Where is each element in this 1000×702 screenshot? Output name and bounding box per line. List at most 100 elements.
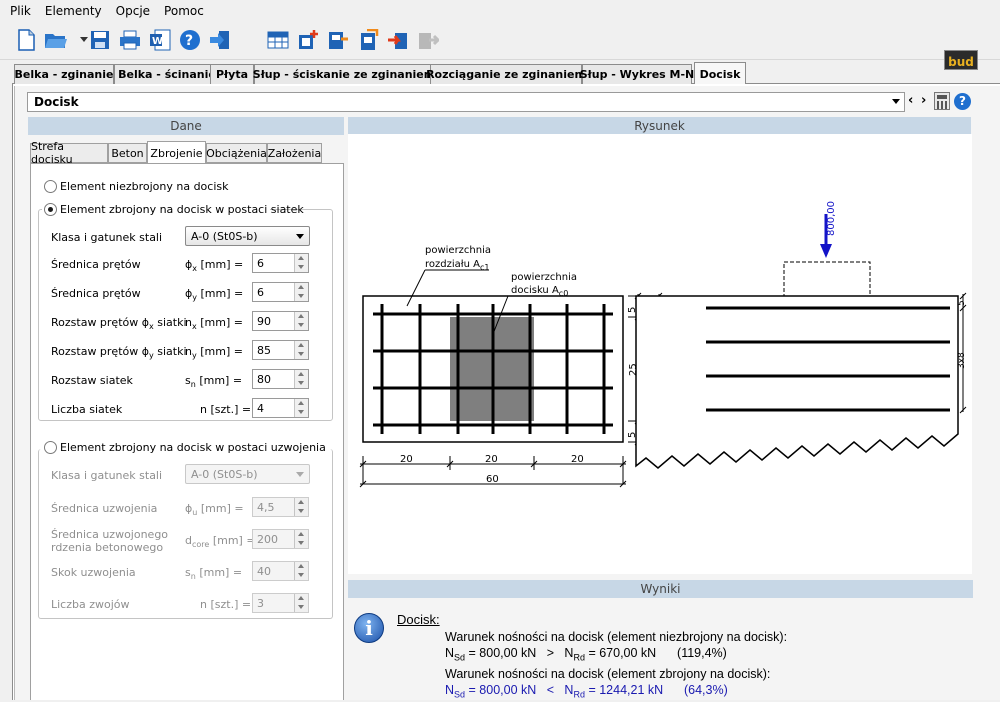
tab-docisk[interactable]: Docisk	[694, 62, 746, 85]
label-surface-1: powierzchnia	[425, 245, 491, 256]
element-selector[interactable]: Docisk	[27, 92, 905, 112]
spinner-arrows-icon[interactable]	[294, 594, 308, 612]
subtab-zalozenia[interactable]: Założenia	[267, 143, 322, 163]
results-line-2: NSd = 800,00 kN > NRd = 670,00 kN (119,4…	[397, 645, 787, 666]
spiral-row-input[interactable]: 3	[252, 593, 309, 613]
spinner-arrows-icon[interactable]	[294, 370, 308, 388]
load-plate	[784, 262, 870, 296]
spiral-row-symbol: n [szt.] =	[200, 598, 251, 613]
results-heading: Docisk:	[397, 612, 787, 628]
spiral-row-input[interactable]: 4,5	[252, 497, 309, 517]
spinner-arrows-icon[interactable]	[294, 562, 308, 580]
mesh-row-symbol: ny [mm] =	[185, 345, 243, 360]
radio-mesh-label: Element zbrojony na docisk w postaci sia…	[60, 203, 304, 216]
add-row-icon[interactable]	[296, 28, 320, 52]
mesh-row-label: Średnica prętów	[51, 258, 141, 271]
move-row-icon[interactable]	[386, 28, 410, 52]
mesh-row-label: Rozstaw siatek	[51, 374, 133, 387]
spinner-arrows-icon[interactable]	[294, 341, 308, 359]
subtab-zbrojenie[interactable]: Zbrojenie	[147, 141, 206, 164]
tab-plyta[interactable]: Płyta	[210, 64, 254, 84]
drawing-area: powierzchnia rozdziału Ac1 powierzchnia …	[348, 134, 972, 574]
spinner-arrows-icon[interactable]	[294, 530, 308, 548]
table-icon[interactable]	[266, 28, 290, 52]
tab-rozciaganie[interactable]: Rozciąganie ze zginaniem	[430, 64, 582, 84]
subtab-strefa[interactable]: Strefa docisku	[30, 143, 108, 163]
results-line-1: Warunek nośności na docisk (element niez…	[397, 629, 787, 645]
chevron-down-icon	[296, 472, 304, 477]
dim-bottom-3: 20	[571, 454, 584, 465]
spiral-row-label: Średnica uzwojenia	[51, 502, 157, 515]
menu-elementy[interactable]: Elementy	[45, 4, 102, 18]
calculator-icon[interactable]	[934, 92, 950, 110]
insert-row-icon[interactable]	[326, 28, 350, 52]
new-file-icon[interactable]	[14, 28, 38, 52]
spiral-steel-select[interactable]: A-0 (St0S-b)	[185, 464, 310, 484]
section-dane: Dane	[28, 117, 344, 135]
section-outline	[636, 296, 958, 468]
spiral-row-label: Średnica uzwojonegordzenia betonowego	[51, 528, 168, 554]
dim-bottom-1: 20	[400, 454, 413, 465]
exit-icon[interactable]	[208, 28, 232, 52]
help-icon[interactable]: ?	[178, 28, 202, 52]
chevron-down-icon	[892, 99, 900, 104]
spiral-row-label: Liczba zwojów	[51, 598, 130, 611]
mesh-row-symbol: ϕx [mm] =	[185, 258, 243, 273]
results-text: Docisk: Warunek nośności na docisk (elem…	[397, 612, 787, 702]
tab-slup-sciskanie[interactable]: Słup - ściskanie ze zginaniem	[254, 64, 434, 84]
spiral-row-input[interactable]: 40	[252, 561, 309, 581]
word-export-icon[interactable]: W	[148, 28, 172, 52]
spiral-row-symbol: dcore [mm] =	[185, 534, 256, 549]
mesh-row-symbol: sn [mm] =	[185, 374, 242, 389]
mesh-row-symbol: nx [mm] =	[185, 316, 243, 331]
save-icon[interactable]	[88, 28, 112, 52]
menu-pomoc[interactable]: Pomoc	[164, 4, 204, 18]
tab-belka-scinanie[interactable]: Belka - ścinanie	[114, 64, 220, 84]
tab-belka-zginanie[interactable]: Belka - zginanie	[14, 64, 114, 84]
delete-row-icon[interactable]	[416, 28, 440, 52]
spiral-steel-label: Klasa i gatunek stali	[51, 469, 162, 482]
subtab-beton[interactable]: Beton	[108, 143, 147, 163]
mesh-row-input[interactable]: 6	[252, 253, 309, 273]
spiral-steel-value: A-0 (St0S-b)	[191, 468, 258, 481]
section-dim-1: 5	[957, 300, 967, 306]
spinner-arrows-icon[interactable]	[294, 254, 308, 272]
menu-opcje[interactable]: Opcje	[116, 4, 150, 18]
mesh-row-input[interactable]: 85	[252, 340, 309, 360]
mesh-row-symbol: ϕy [mm] =	[185, 287, 243, 302]
spinner-arrows-icon[interactable]	[294, 399, 308, 417]
mesh-row-input[interactable]: 90	[252, 311, 309, 331]
section-wyniki: Wyniki	[348, 580, 973, 598]
mesh-row-input[interactable]: 4	[252, 398, 309, 418]
mesh-row-input[interactable]: 6	[252, 282, 309, 302]
radio-mesh[interactable]	[44, 203, 57, 216]
load-value: 800,00	[826, 201, 837, 236]
spinner-arrows-icon[interactable]	[294, 498, 308, 516]
mesh-row-label: Średnica prętów	[51, 287, 141, 300]
radio-unreinforced[interactable]	[44, 180, 57, 193]
subtab-obciazenia[interactable]: Obciążenia	[206, 143, 267, 163]
mesh-row-input[interactable]: 80	[252, 369, 309, 389]
spiral-row-input[interactable]: 200	[252, 529, 309, 549]
mesh-row-symbol: n [szt.] =	[200, 403, 251, 418]
label-dock-1: powierzchnia	[511, 272, 577, 283]
radio-unreinforced-label: Element niezbrojony na docisk	[60, 180, 229, 193]
mesh-steel-label: Klasa i gatunek stali	[51, 231, 162, 244]
reinforcement-drawing: powierzchnia rozdziału Ac1 powierzchnia …	[348, 134, 972, 574]
next-arrow-icon[interactable]: ›	[921, 93, 926, 108]
spinner-arrows-icon[interactable]	[294, 312, 308, 330]
help-icon[interactable]: ?	[954, 93, 971, 110]
prev-arrow-icon[interactable]: ‹	[908, 93, 913, 108]
mesh-row-label: Rozstaw prętów ϕy siatki	[51, 345, 187, 362]
mesh-steel-select[interactable]: A-0 (St0S-b)	[185, 226, 310, 246]
mesh-row-label: Liczba siatek	[51, 403, 122, 416]
tab-slup-wykres[interactable]: Słup - Wykres M-N	[582, 64, 692, 84]
svg-text:?: ?	[185, 33, 193, 49]
copy-row-icon[interactable]	[356, 28, 380, 52]
menu-plik[interactable]: Plik	[10, 4, 31, 18]
open-folder-icon[interactable]	[44, 28, 68, 52]
mesh-steel-value: A-0 (St0S-b)	[191, 230, 258, 243]
spinner-arrows-icon[interactable]	[294, 283, 308, 301]
print-icon[interactable]	[118, 28, 142, 52]
spiral-row-symbol: sn [mm] =	[185, 566, 242, 581]
